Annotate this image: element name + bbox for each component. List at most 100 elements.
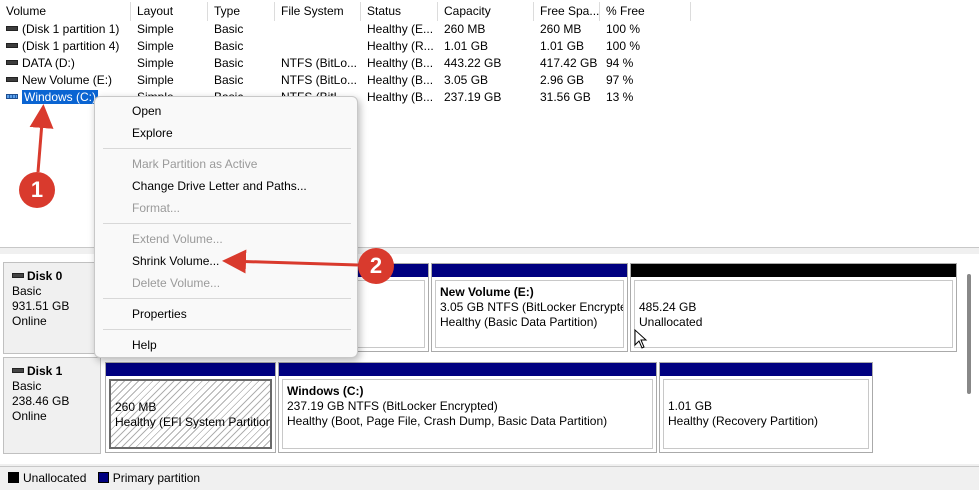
column-status[interactable]: Status	[361, 2, 438, 21]
volume-capacity: 1.01 GB	[444, 39, 489, 53]
volume-name: (Disk 1 partition 1)	[22, 22, 120, 36]
unallocated-swatch	[8, 472, 19, 483]
volume-status: Healthy (B...	[367, 73, 434, 87]
scrollbar-thumb[interactable]	[967, 274, 971, 394]
partition-unallocated[interactable]: 485.24 GB Unallocated	[630, 263, 957, 352]
volume-row[interactable]: (Disk 1 partition 1) Simple Basic Health…	[0, 21, 979, 38]
partition-bar	[279, 363, 656, 376]
menu-item-shrink-volume[interactable]: Shrink Volume...	[95, 251, 357, 271]
volume-name: New Volume (E:)	[22, 73, 113, 87]
disk-name: Disk 0	[27, 269, 63, 283]
volume-row[interactable]: DATA (D:) Simple Basic NTFS (BitLo... He…	[0, 55, 979, 72]
partition-status: Healthy (Recovery Partition)	[668, 414, 819, 428]
volume-name-cell: (Disk 1 partition 4)	[0, 38, 131, 55]
volume-row[interactable]: (Disk 1 partition 4) Simple Basic Health…	[0, 38, 979, 55]
menu-item-properties[interactable]: Properties	[95, 304, 357, 324]
volume-name-cell: (Disk 1 partition 1)	[0, 21, 131, 38]
partition-body: 1.01 GB Healthy (Recovery Partition)	[663, 379, 869, 449]
partition-new-volume-e[interactable]: New Volume (E:) 3.05 GB NTFS (BitLocker …	[431, 263, 628, 352]
legend-primary: Primary partition	[112, 471, 201, 485]
volume-capacity: 3.05 GB	[444, 73, 489, 87]
volume-free: 260 MB	[540, 22, 582, 36]
partition-size: 485.24 GB	[639, 300, 697, 314]
menu-item-extend-volume: Extend Volume...	[132, 232, 223, 246]
partition-bar	[631, 264, 956, 277]
disk-type: Basic	[12, 379, 42, 393]
volume-capacity: 237.19 GB	[444, 90, 502, 104]
disk-1-label[interactable]: Disk 1 Basic 238.46 GB Online	[3, 357, 101, 454]
column-free-space[interactable]: Free Spa...	[534, 2, 600, 21]
partition-status: Healthy (EFI System Partition)	[115, 415, 272, 429]
partition-body: 260 MB Healthy (EFI System Partition)	[109, 379, 272, 449]
partition-status: Unallocated	[639, 315, 703, 329]
volume-free: 1.01 GB	[540, 39, 585, 53]
context-menu: Open Explore Mark Partition as Active Ch…	[94, 96, 358, 358]
disk-status: Online	[12, 314, 47, 328]
partition-bar	[432, 264, 627, 277]
partition-title: New Volume (E:)	[440, 285, 534, 299]
volume-name: (Disk 1 partition 4)	[22, 39, 120, 53]
volume-type: Basic	[214, 73, 244, 87]
volume-pct-free: 100 %	[606, 39, 641, 53]
partition-bar	[106, 363, 275, 376]
step-2-badge: 2	[358, 248, 394, 284]
partition-body: New Volume (E:) 3.05 GB NTFS (BitLocker …	[435, 280, 624, 348]
menu-item-help[interactable]: Help	[95, 335, 357, 355]
column-capacity[interactable]: Capacity	[438, 2, 534, 21]
column-layout[interactable]: Layout	[131, 2, 208, 21]
legend-unallocated: Unallocated	[23, 471, 87, 485]
menu-item-delete-volume: Delete Volume...	[132, 276, 221, 290]
step-1-badge: 1	[19, 172, 55, 208]
disk-status: Online	[12, 409, 47, 423]
menu-separator	[103, 298, 351, 299]
legend: Unallocated Primary partition	[0, 466, 979, 490]
drive-icon	[6, 60, 18, 65]
menu-item-open[interactable]: Open	[95, 101, 357, 121]
mouse-cursor-icon	[634, 329, 648, 349]
volume-free: 2.96 GB	[540, 73, 585, 87]
partition-title: Windows (C:)	[287, 384, 364, 398]
volume-status: Healthy (B...	[367, 90, 434, 104]
volume-free: 31.56 GB	[540, 90, 591, 104]
volume-layout: Simple	[137, 56, 174, 70]
menu-item-change-drive-letter[interactable]: Change Drive Letter and Paths...	[95, 176, 357, 196]
partition-size: 3.05 GB NTFS (BitLocker Encrypted)	[440, 300, 624, 314]
drive-icon	[6, 94, 18, 99]
partition-size: 1.01 GB	[668, 399, 713, 413]
menu-item-mark-active: Mark Partition as Active	[132, 157, 258, 171]
partition-recovery[interactable]: 1.01 GB Healthy (Recovery Partition)	[659, 362, 873, 453]
menu-item-format: Format...	[132, 201, 181, 215]
volume-status: Healthy (E...	[367, 22, 434, 36]
drive-icon	[6, 26, 18, 31]
volume-status: Healthy (B...	[367, 56, 434, 70]
disk-size: 238.46 GB	[12, 394, 70, 408]
menu-item-explore[interactable]: Explore	[95, 123, 357, 143]
volume-free: 417.42 GB	[540, 56, 598, 70]
vertical-scrollbar[interactable]	[962, 262, 976, 462]
volume-pct-free: 100 %	[606, 22, 641, 36]
volume-pct-free: 97 %	[606, 73, 634, 87]
drive-icon	[6, 77, 18, 82]
volume-fs	[275, 21, 361, 38]
partition-status: Healthy (Boot, Page File, Crash Dump, Ba…	[287, 414, 608, 428]
column-file-system[interactable]: File System	[275, 2, 361, 21]
volume-layout: Simple	[137, 39, 174, 53]
disk-icon	[12, 368, 24, 373]
disk-size: 931.51 GB	[12, 299, 70, 313]
column-volume[interactable]: Volume	[0, 2, 131, 21]
volume-fs: NTFS (BitLo...	[281, 56, 358, 70]
volume-name: DATA (D:)	[22, 56, 75, 70]
column-percent-free[interactable]: % Free	[600, 2, 691, 21]
column-type[interactable]: Type	[208, 2, 275, 21]
volume-row[interactable]: New Volume (E:) Simple Basic NTFS (BitLo…	[0, 72, 979, 89]
volume-pct-free: 13 %	[606, 90, 634, 104]
volume-capacity: 443.22 GB	[444, 56, 502, 70]
volume-name[interactable]: Windows (C:)	[20, 89, 100, 105]
volume-type: Basic	[214, 39, 244, 53]
volume-status: Healthy (R...	[367, 39, 434, 53]
partition-size: 260 MB	[115, 400, 157, 414]
disk-icon	[12, 273, 24, 278]
disk-0-label[interactable]: Disk 0 Basic 931.51 GB Online	[3, 262, 101, 354]
partition-efi[interactable]: 260 MB Healthy (EFI System Partition)	[105, 362, 276, 453]
partition-windows-c[interactable]: Windows (C:) 237.19 GB NTFS (BitLocker E…	[278, 362, 657, 453]
